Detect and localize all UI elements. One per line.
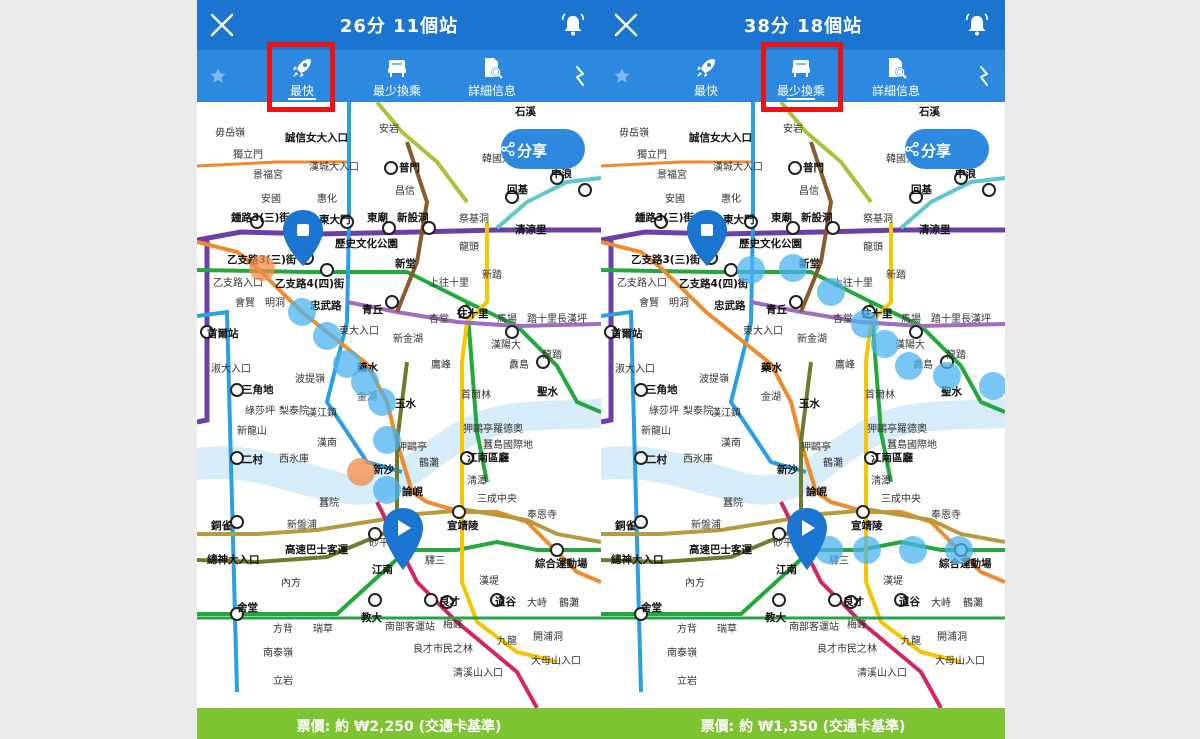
- tab-details[interactable]: 詳細信息: [848, 50, 944, 102]
- share-button[interactable]: 分享: [905, 129, 989, 169]
- document-search-icon: [485, 58, 503, 79]
- seat-icon: [388, 60, 406, 77]
- fare-bar: 票價: 約 ₩2,250 (交通卡基準): [197, 708, 601, 739]
- share-icon: [501, 142, 515, 156]
- tab-fastest[interactable]: 最快: [254, 50, 350, 102]
- tab-details[interactable]: 詳細信息: [444, 50, 540, 102]
- tab-fastest-label: 最快: [693, 84, 718, 98]
- share-label: 分享: [921, 142, 952, 160]
- share-label: 分享: [517, 142, 548, 160]
- star-icon[interactable]: [209, 67, 227, 85]
- tab-details-label: 詳細信息: [467, 84, 516, 98]
- stop-square-icon: [297, 224, 309, 236]
- route-overlay: [249, 210, 423, 570]
- share-button[interactable]: 分享: [501, 129, 585, 169]
- comparison-stage: 26分 11個站 最快 最少換乘 詳細信息 誠信女大入口 普門 東廟 新設洞 鍾…: [0, 0, 1200, 739]
- start-marker[interactable]: [283, 210, 323, 266]
- route-header: 26分 11個站: [197, 0, 601, 50]
- star-icon[interactable]: [613, 67, 631, 85]
- route-dots: [737, 254, 1005, 564]
- route-header: 38分 18個站: [601, 0, 1005, 50]
- tab-least-transfer[interactable]: 最少換乘: [753, 50, 849, 102]
- chevron-right-icon[interactable]: [977, 64, 991, 88]
- share-icon: [905, 142, 919, 156]
- tab-details-label: 詳細信息: [871, 84, 920, 98]
- tab-least-transfer-label: 最少換乘: [372, 84, 421, 98]
- route-dots: [249, 255, 401, 504]
- rocket-icon: [697, 59, 715, 77]
- start-marker[interactable]: [687, 210, 727, 266]
- document-search-icon: [889, 58, 907, 79]
- seat-icon: [792, 60, 810, 77]
- bell-icon[interactable]: [963, 11, 991, 39]
- fare-bar: 票價: 約 ₩1,350 (交通卡基準): [601, 708, 1005, 739]
- route-option-tabs: 最快 最少換乘 詳細信息: [197, 50, 601, 102]
- tab-least-transfer-label: 最少換乘: [776, 84, 825, 98]
- tab-least-transfer[interactable]: 最少換乘: [349, 50, 445, 102]
- close-icon[interactable]: [613, 12, 639, 38]
- phone-screen-least-transfer: 38分 18個站 最快 最少換乘 詳細信息 誠信女大入口 普門 東廟 新設洞 鍾…: [601, 0, 1005, 739]
- stop-square-icon: [701, 224, 713, 236]
- rocket-icon: [293, 59, 311, 77]
- bell-icon[interactable]: [559, 11, 587, 39]
- subway-map[interactable]: 誠信女大入口 普門 東廟 新設洞 鍾路3(三)街 東大門 歷史文化公園 乙支路3…: [197, 102, 601, 708]
- route-overlay: [687, 210, 1005, 570]
- chevron-right-icon[interactable]: [573, 64, 587, 88]
- tab-fastest[interactable]: 最快: [658, 50, 754, 102]
- close-icon[interactable]: [209, 12, 235, 38]
- route-summary-title: 26分 11個站: [339, 16, 459, 37]
- tab-selected-indicator: [787, 98, 815, 100]
- subway-map[interactable]: 誠信女大入口 普門 東廟 新設洞 鍾路3(三)街 東大門 歷史文化公園 乙支路3…: [601, 102, 1005, 708]
- route-summary-title: 38分 18個站: [743, 16, 863, 37]
- tab-fastest-label: 最快: [289, 84, 314, 98]
- route-option-tabs: 最快 最少換乘 詳細信息: [601, 50, 1005, 102]
- tab-selected-indicator: [288, 98, 316, 100]
- phone-screen-fastest: 26分 11個站 最快 最少換乘 詳細信息 誠信女大入口 普門 東廟 新設洞 鍾…: [197, 0, 601, 739]
- end-marker[interactable]: [383, 508, 423, 570]
